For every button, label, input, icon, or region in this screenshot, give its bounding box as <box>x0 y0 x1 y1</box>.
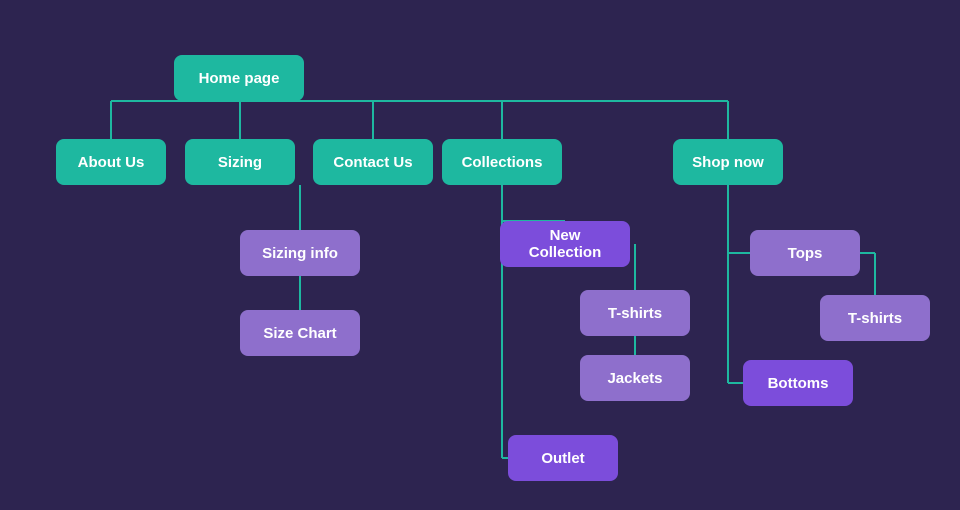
tops-node[interactable]: Tops <box>750 230 860 276</box>
shop-now-node[interactable]: Shop now <box>673 139 783 185</box>
bottoms-node[interactable]: Bottoms <box>743 360 853 406</box>
t-shirts-shop-node[interactable]: T-shirts <box>820 295 930 341</box>
t-shirts-collections-node[interactable]: T-shirts <box>580 290 690 336</box>
sizing-node[interactable]: Sizing <box>185 139 295 185</box>
size-chart-node[interactable]: Size Chart <box>240 310 360 356</box>
home-page-node[interactable]: Home page <box>174 55 304 101</box>
about-us-node[interactable]: About Us <box>56 139 166 185</box>
jackets-node[interactable]: Jackets <box>580 355 690 401</box>
outlet-node[interactable]: Outlet <box>508 435 618 481</box>
new-collection-node[interactable]: New Collection <box>500 221 630 267</box>
contact-us-node[interactable]: Contact Us <box>313 139 433 185</box>
collections-node[interactable]: Collections <box>442 139 562 185</box>
sizing-info-node[interactable]: Sizing info <box>240 230 360 276</box>
